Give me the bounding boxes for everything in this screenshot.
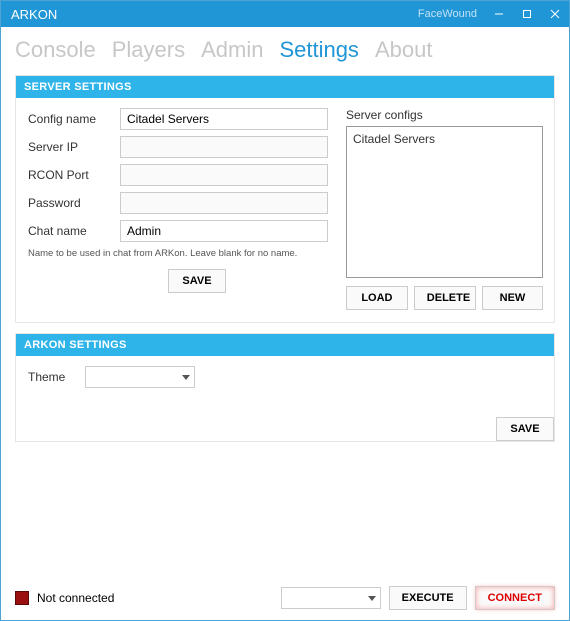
maximize-button[interactable] [513,1,541,27]
status-indicator-icon [15,591,29,605]
chevron-down-icon [182,375,190,380]
chevron-down-icon [368,596,376,601]
command-dropdown[interactable] [281,587,381,609]
chat-name-input[interactable] [120,220,328,242]
arkon-settings-header: ARKON SETTINGS [16,334,554,356]
server-settings-panel: SERVER SETTINGS Config name Server IP RC… [15,75,555,323]
chat-name-label: Chat name [28,224,120,238]
close-button[interactable] [541,1,569,27]
minimize-button[interactable] [485,1,513,27]
config-name-label: Config name [28,112,120,126]
server-settings-header: SERVER SETTINGS [16,76,554,98]
password-label: Password [28,196,120,210]
tab-console[interactable]: Console [15,37,96,63]
tab-admin[interactable]: Admin [201,37,263,63]
main-tabs: Console Players Admin Settings About [1,27,569,71]
maximize-icon [522,9,532,19]
arkon-save-button[interactable]: SAVE [496,417,554,441]
rcon-port-label: RCON Port [28,168,120,182]
server-configs-label: Server configs [346,108,543,122]
connect-button[interactable]: CONNECT [475,586,555,610]
theme-dropdown[interactable] [85,366,195,388]
list-item[interactable]: Citadel Servers [353,131,536,147]
server-configs-list[interactable]: Citadel Servers [346,126,543,278]
config-name-input[interactable] [120,108,328,130]
footer-bar: Not connected EXECUTE CONNECT [1,578,569,620]
arkon-settings-panel: ARKON SETTINGS Theme SAVE [15,333,555,442]
tab-settings[interactable]: Settings [279,37,359,63]
titlebar: ARKON FaceWound [1,1,569,27]
titlebar-subtitle: FaceWound [418,8,477,20]
rcon-port-input[interactable] [120,164,328,186]
tab-players[interactable]: Players [112,37,185,63]
load-button[interactable]: LOAD [346,286,408,310]
new-button[interactable]: NEW [482,286,544,310]
server-save-button[interactable]: SAVE [168,269,226,293]
password-input[interactable] [120,192,328,214]
tab-about[interactable]: About [375,37,433,63]
chat-name-help: Name to be used in chat from ARKon. Leav… [28,248,328,259]
delete-button[interactable]: DELETE [414,286,476,310]
theme-label: Theme [28,370,65,384]
execute-button[interactable]: EXECUTE [389,586,467,610]
connection-status: Not connected [37,591,114,605]
server-ip-input[interactable] [120,136,328,158]
app-title: ARKON [11,7,57,22]
server-ip-label: Server IP [28,140,120,154]
minimize-icon [494,9,504,19]
close-icon [550,9,560,19]
